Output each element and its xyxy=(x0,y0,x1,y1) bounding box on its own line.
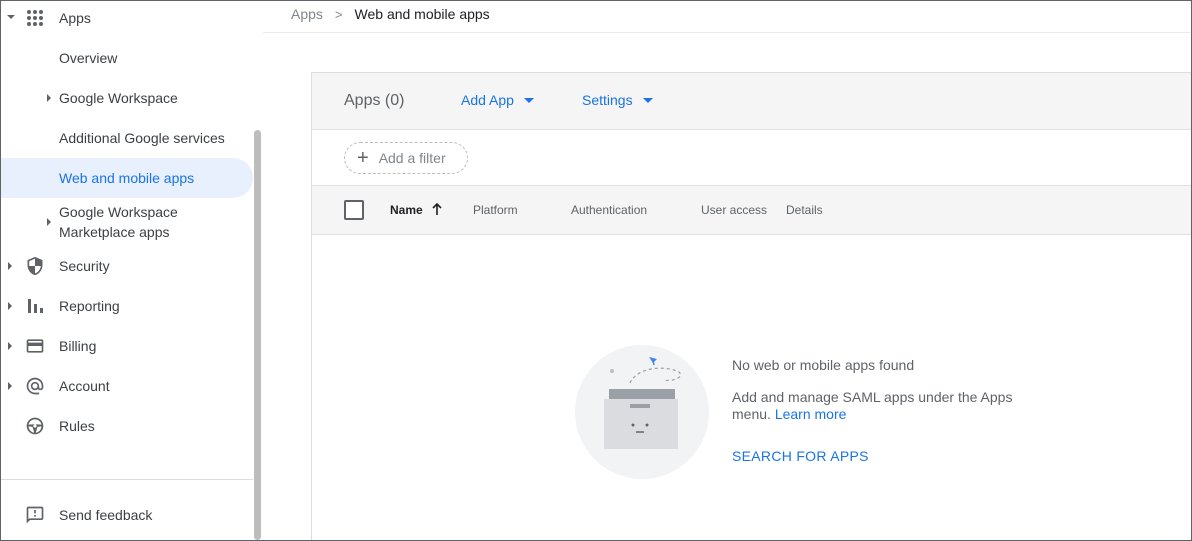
shield-icon xyxy=(27,256,43,276)
sidebar-item-label: Web and mobile apps xyxy=(59,170,195,186)
table-header: Name Platform Authentication User access… xyxy=(312,186,1192,235)
breadcrumb: Apps > Web and mobile apps xyxy=(291,6,490,22)
column-details[interactable]: Details xyxy=(786,203,823,217)
dropdown-arrow-icon xyxy=(523,97,534,103)
caret-right-icon[interactable] xyxy=(8,342,12,350)
dropdown-arrow-icon xyxy=(642,97,653,103)
header-divider xyxy=(263,32,1190,33)
at-sign-icon xyxy=(26,377,44,395)
column-user-access[interactable]: User access xyxy=(701,203,767,217)
sidebar-item-label: Rules xyxy=(59,418,95,434)
toolbar: Apps (0) Add App Settings xyxy=(312,73,1192,130)
search-for-apps-button[interactable]: SEARCH FOR APPS xyxy=(732,448,869,464)
sidebar-divider xyxy=(1,479,253,480)
sidebar-item-label: Account xyxy=(59,378,110,394)
sidebar-item-overview[interactable]: Overview xyxy=(1,38,253,78)
column-platform[interactable]: Platform xyxy=(473,203,518,217)
caret-right-icon[interactable] xyxy=(8,302,12,310)
add-filter-button[interactable]: + Add a filter xyxy=(344,142,468,174)
sidebar-item-rules[interactable]: Rules xyxy=(1,406,253,446)
sidebar-item-security[interactable]: Security xyxy=(1,246,253,286)
sidebar-item-label: Overview xyxy=(59,50,118,66)
column-authentication[interactable]: Authentication xyxy=(571,203,647,217)
apps-panel: Apps (0) Add App Settings + Add a filter… xyxy=(311,72,1192,541)
sidebar-item-label: Billing xyxy=(59,338,97,354)
sidebar-item-label: Reporting xyxy=(59,298,120,314)
breadcrumb-separator: > xyxy=(334,6,343,22)
add-app-label: Add App xyxy=(461,92,514,108)
select-all-checkbox[interactable] xyxy=(344,200,364,220)
apps-count: Apps (0) xyxy=(344,92,405,109)
send-feedback-button[interactable]: Send feedback xyxy=(1,495,253,535)
caret-right-icon[interactable] xyxy=(47,94,51,102)
bar-chart-icon xyxy=(28,299,43,313)
settings-label: Settings xyxy=(582,92,633,108)
sidebar: Apps Overview Google Workspace Additiona… xyxy=(1,1,263,540)
sidebar-scrollbar[interactable] xyxy=(254,130,261,540)
sidebar-item-billing[interactable]: Billing xyxy=(1,326,253,366)
empty-box-illustration xyxy=(575,345,709,479)
sidebar-item-label: Security xyxy=(59,258,110,274)
sidebar-item-marketplace-apps[interactable]: Google Workspace Marketplace apps xyxy=(1,197,253,247)
sidebar-item-google-workspace[interactable]: Google Workspace xyxy=(1,78,253,118)
column-name[interactable]: Name xyxy=(390,203,423,217)
caret-down-icon[interactable] xyxy=(7,15,15,19)
caret-right-icon[interactable] xyxy=(8,382,12,390)
plus-icon: + xyxy=(357,147,369,169)
sidebar-item-label: Additional Google services xyxy=(59,130,225,146)
label-line-1: Google Workspace xyxy=(59,204,178,220)
steering-wheel-icon xyxy=(26,417,44,435)
sidebar-item-reporting[interactable]: Reporting xyxy=(1,286,253,326)
breadcrumb-apps-link[interactable]: Apps xyxy=(291,6,323,22)
caret-right-icon[interactable] xyxy=(8,262,12,270)
sidebar-item-apps[interactable]: Apps xyxy=(1,0,253,38)
send-feedback-label: Send feedback xyxy=(59,507,153,523)
add-app-button[interactable]: Add App xyxy=(461,92,534,108)
breadcrumb-current: Web and mobile apps xyxy=(354,6,490,22)
sidebar-item-account[interactable]: Account xyxy=(1,366,253,406)
learn-more-link[interactable]: Learn more xyxy=(775,406,847,422)
filter-bar: + Add a filter xyxy=(312,130,1192,186)
settings-button[interactable]: Settings xyxy=(582,92,653,108)
sidebar-item-label: Google Workspace xyxy=(59,90,178,106)
label-line-2: Marketplace apps xyxy=(59,224,170,240)
credit-card-icon xyxy=(26,339,44,353)
add-filter-label: Add a filter xyxy=(378,150,446,166)
feedback-icon xyxy=(26,506,44,524)
empty-state-description: Add and manage SAML apps under the Apps … xyxy=(732,389,1032,423)
sidebar-item-label: Google Workspace Marketplace apps xyxy=(59,202,178,242)
sort-arrow-up-icon[interactable] xyxy=(430,202,444,216)
sidebar-item-web-and-mobile-apps[interactable]: Web and mobile apps xyxy=(1,158,253,198)
apps-grid-icon xyxy=(27,10,43,26)
sidebar-item-additional-google-services[interactable]: Additional Google services xyxy=(1,118,253,158)
caret-right-icon[interactable] xyxy=(47,218,51,226)
empty-state-title: No web or mobile apps found xyxy=(732,357,915,373)
sidebar-item-label: Apps xyxy=(59,10,91,26)
